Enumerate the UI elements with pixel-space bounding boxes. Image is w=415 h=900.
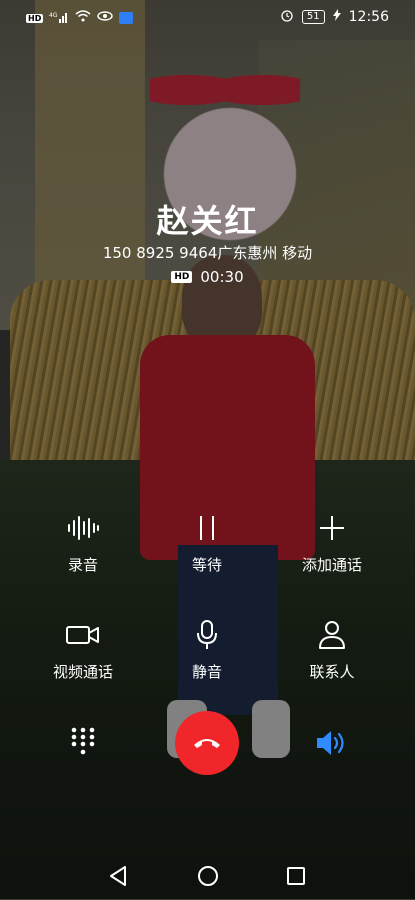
battery-indicator: 51 bbox=[301, 10, 325, 24]
hold-button[interactable]: 等待 bbox=[152, 508, 262, 575]
app-notification-icon bbox=[119, 12, 134, 24]
recent-apps-icon[interactable] bbox=[286, 866, 306, 890]
record-button[interactable]: 录音 bbox=[28, 508, 138, 575]
status-bar: HD 4G 51 12:56 bbox=[0, 0, 415, 34]
caller-name: 赵关红 bbox=[156, 202, 259, 240]
contacts-button[interactable]: 联系人 bbox=[277, 615, 387, 682]
speaker-icon bbox=[317, 731, 344, 755]
navigation-bar bbox=[0, 850, 415, 900]
charging-icon bbox=[332, 9, 341, 25]
waveform-icon bbox=[28, 508, 138, 548]
hang-up-icon bbox=[194, 739, 220, 748]
wifi-icon bbox=[75, 10, 91, 26]
hd-voice-icon: HD bbox=[26, 13, 44, 23]
dialpad-button[interactable] bbox=[70, 726, 96, 760]
record-label: 录音 bbox=[67, 556, 98, 574]
mute-label: 静音 bbox=[191, 663, 222, 681]
call-duration-row: HD 00:30 bbox=[0, 268, 415, 286]
speaker-button[interactable] bbox=[315, 728, 349, 762]
person-icon bbox=[277, 615, 387, 655]
add-call-button[interactable]: 添加通话 bbox=[277, 508, 387, 575]
home-icon[interactable] bbox=[197, 865, 219, 891]
hd-call-icon: HD bbox=[171, 271, 193, 283]
end-call-button[interactable] bbox=[175, 711, 239, 775]
microphone-icon bbox=[152, 615, 262, 655]
eye-comfort-icon bbox=[97, 10, 114, 26]
pause-icon bbox=[152, 508, 262, 548]
signal-icon: 4G bbox=[49, 11, 69, 26]
contacts-label: 联系人 bbox=[309, 663, 355, 681]
mute-button[interactable]: 静音 bbox=[152, 615, 262, 682]
video-camera-icon bbox=[28, 615, 138, 655]
back-icon[interactable] bbox=[108, 865, 128, 891]
caller-number-location: 150 8925 9464广东惠州 移动 bbox=[102, 244, 313, 262]
svg-text:4G: 4G bbox=[49, 12, 58, 19]
dialpad-icon bbox=[71, 727, 95, 755]
alarm-icon bbox=[280, 8, 294, 26]
status-time: 12:56 bbox=[348, 9, 389, 25]
hold-label: 等待 bbox=[191, 556, 222, 574]
add-call-label: 添加通话 bbox=[301, 556, 362, 574]
call-duration: 00:30 bbox=[200, 268, 244, 286]
video-call-button[interactable]: 视频通话 bbox=[28, 615, 138, 682]
plus-icon bbox=[277, 508, 387, 548]
video-call-label: 视频通话 bbox=[52, 663, 113, 681]
